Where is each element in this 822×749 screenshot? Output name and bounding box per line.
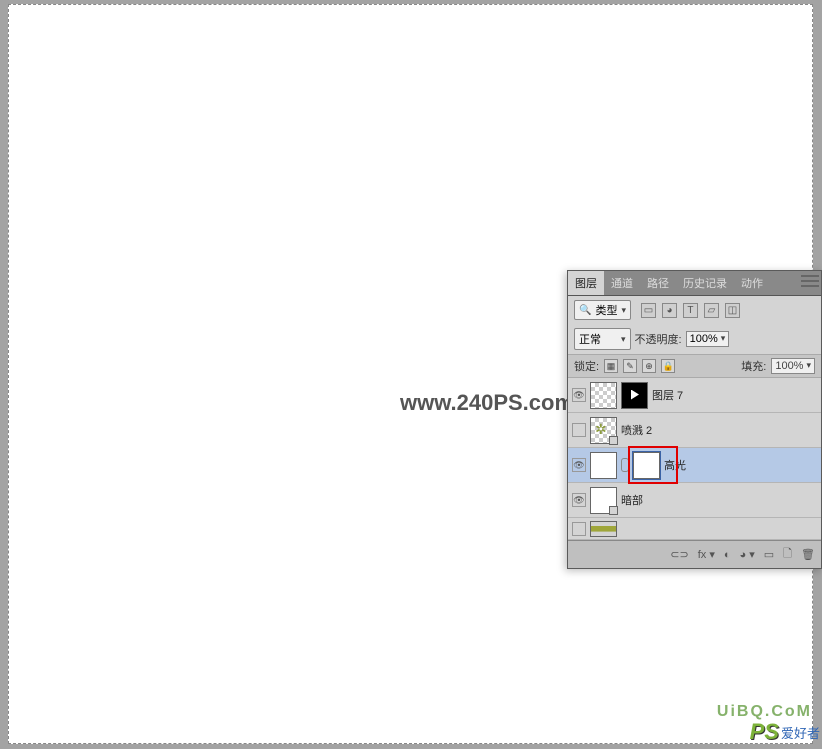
layer-name[interactable]: 图层 7 — [652, 387, 683, 403]
smart-object-icon — [609, 436, 618, 445]
layer-thumbnail[interactable] — [590, 452, 617, 479]
layer-thumbnail[interactable] — [590, 487, 617, 514]
layer-fx-icon[interactable]: fx ▾ — [698, 548, 715, 561]
search-icon: 🔍 — [579, 305, 591, 316]
mask-icon[interactable]: ◐ — [724, 549, 731, 561]
filter-kind-label: 类型 — [595, 302, 617, 318]
layer-row[interactable]: 👁 图层 7 — [568, 378, 821, 413]
filter-pixel-icon[interactable]: ▭ — [641, 303, 656, 318]
layers-panel: 图层 通道 路径 历史记录 动作 🔍 类型 ▾ ▭ ◕ T ▱ ◫ 正常 ▾ 不… — [567, 270, 822, 569]
layer-thumbnail[interactable]: ✲ — [590, 417, 617, 444]
filter-row: 🔍 类型 ▾ ▭ ◕ T ▱ ◫ — [568, 296, 821, 324]
chevron-down-icon: ▾ — [721, 333, 726, 345]
layer-row[interactable]: ✲ 喷溅 2 — [568, 413, 821, 448]
brand-logo: PS 爱好者 — [750, 719, 820, 745]
splash-icon: ✲ — [595, 421, 607, 438]
blend-mode-select[interactable]: 正常 ▾ — [574, 328, 631, 350]
link-icon — [621, 458, 629, 472]
layer-name[interactable]: 暗部 — [621, 492, 643, 508]
opacity-label: 不透明度: — [635, 331, 682, 347]
chevron-down-icon: ▾ — [621, 334, 626, 345]
brand-ps: PS — [750, 719, 779, 745]
blend-row: 正常 ▾ 不透明度: 100% ▾ — [568, 324, 821, 354]
chevron-down-icon: ▾ — [621, 305, 626, 316]
panel-menu-icon[interactable] — [801, 275, 819, 287]
filter-shape-icon[interactable]: ▱ — [704, 303, 719, 318]
layer-thumbnail[interactable] — [590, 382, 617, 409]
lock-label: 锁定: — [574, 358, 599, 374]
chevron-down-icon: ▾ — [806, 360, 811, 372]
layer-row[interactable]: 👁 暗部 — [568, 483, 821, 518]
tab-history[interactable]: 历史记录 — [676, 271, 734, 295]
smart-object-icon — [609, 506, 618, 515]
adjustment-icon[interactable]: ◕ ▾ — [740, 548, 755, 561]
lock-row: 锁定: ▦ ✎ ⊕ 🔒 填充: 100% ▾ — [568, 354, 821, 378]
layer-row[interactable] — [568, 518, 821, 540]
layers-list: 👁 图层 7 ✲ 喷溅 2 👁 高光 👁 暗部 — [568, 378, 821, 540]
panel-tabs: 图层 通道 路径 历史记录 动作 — [568, 271, 821, 296]
lock-transparent-icon[interactable]: ▦ — [604, 359, 618, 373]
filter-adjust-icon[interactable]: ◕ — [662, 303, 677, 318]
new-layer-icon[interactable]: 🗋 — [783, 545, 792, 564]
lock-paint-icon[interactable]: ✎ — [623, 359, 637, 373]
fill-input[interactable]: 100% ▾ — [771, 358, 815, 374]
mask-thumbnail[interactable] — [621, 382, 648, 409]
opacity-input[interactable]: 100% ▾ — [686, 331, 730, 347]
layer-row[interactable]: 👁 高光 — [568, 448, 821, 483]
visibility-toggle[interactable] — [572, 522, 586, 536]
trash-icon[interactable]: 🗑 — [801, 548, 815, 561]
tab-actions[interactable]: 动作 — [734, 271, 770, 295]
visibility-toggle[interactable]: 👁 — [572, 388, 586, 402]
link-layers-icon[interactable]: ⊂⊃ — [670, 548, 688, 561]
lock-position-icon[interactable]: ⊕ — [642, 359, 656, 373]
fill-value: 100% — [775, 360, 803, 372]
filter-type-icon[interactable]: T — [683, 303, 698, 318]
group-icon[interactable]: ▭ — [764, 548, 774, 561]
blend-mode-value: 正常 — [579, 331, 601, 347]
visibility-toggle[interactable] — [572, 423, 586, 437]
filter-icons: ▭ ◕ T ▱ ◫ — [641, 303, 740, 318]
filter-smart-icon[interactable]: ◫ — [725, 303, 740, 318]
panel-footer: ⊂⊃ fx ▾ ◐ ◕ ▾ ▭ 🗋 🗑 — [568, 540, 821, 568]
visibility-toggle[interactable]: 👁 — [572, 493, 586, 507]
tab-paths[interactable]: 路径 — [640, 271, 676, 295]
brand-zh: 爱好者 — [781, 723, 820, 742]
fill-label: 填充: — [741, 358, 766, 374]
layer-name[interactable]: 喷溅 2 — [621, 422, 652, 438]
tab-layers[interactable]: 图层 — [568, 271, 604, 295]
visibility-toggle[interactable]: 👁 — [572, 458, 586, 472]
tab-channels[interactable]: 通道 — [604, 271, 640, 295]
layer-thumbnail[interactable] — [590, 521, 617, 537]
opacity-value: 100% — [690, 333, 718, 345]
lock-all-icon[interactable]: 🔒 — [661, 359, 675, 373]
filter-kind-select[interactable]: 🔍 类型 ▾ — [574, 300, 631, 320]
mask-thumbnail[interactable] — [633, 452, 660, 479]
layer-name[interactable]: 高光 — [664, 457, 686, 473]
